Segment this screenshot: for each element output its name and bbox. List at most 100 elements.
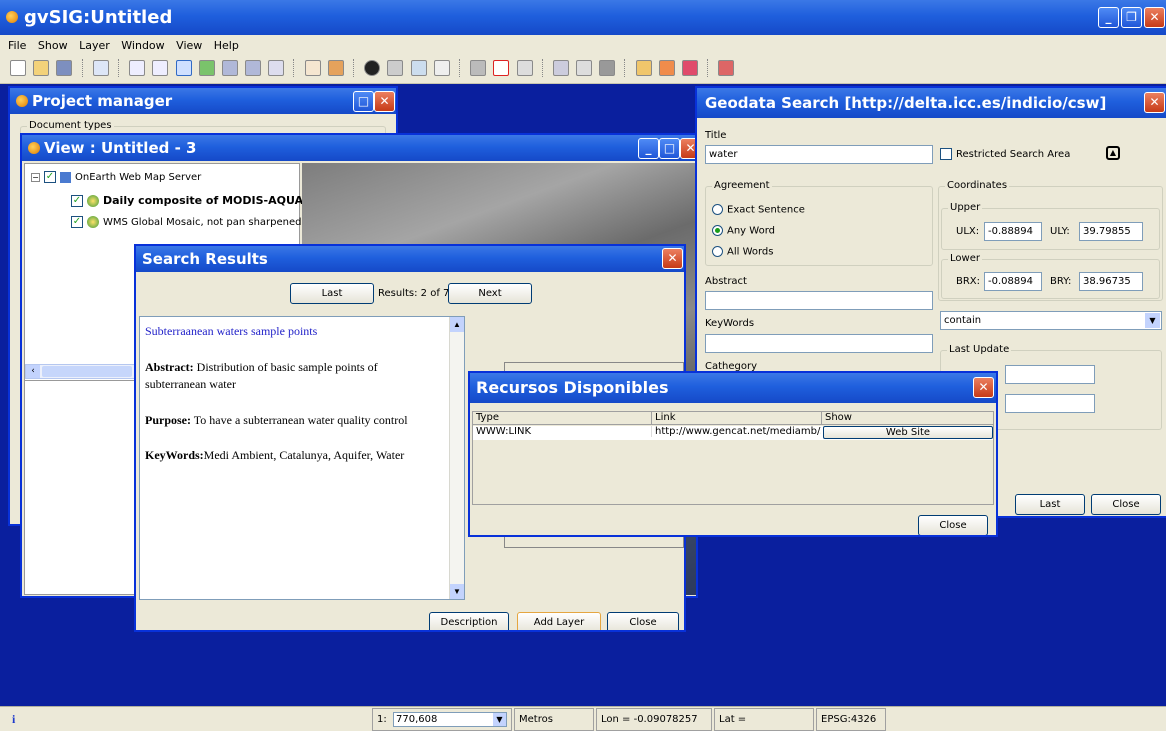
minimize-icon[interactable]: _	[1098, 7, 1119, 28]
open-icon[interactable]	[33, 60, 50, 76]
last-button[interactable]: Last	[290, 283, 374, 304]
toolbar-separator	[707, 59, 709, 77]
close-icon[interactable]: ✕	[1144, 92, 1165, 113]
measure-icon[interactable]	[387, 60, 404, 76]
close-icon[interactable]: ✕	[973, 377, 994, 398]
locator-icon[interactable]	[327, 60, 344, 76]
scroll-down-icon[interactable]: ▼	[450, 584, 464, 599]
maximize-icon[interactable]: □	[659, 138, 680, 159]
bry-input[interactable]: 38.96735	[1079, 272, 1143, 291]
table-icon[interactable]	[552, 60, 569, 76]
info-icon[interactable]	[364, 60, 381, 76]
save-icon[interactable]	[56, 60, 73, 76]
eraser-icon[interactable]	[682, 60, 698, 76]
web-site-button[interactable]: Web Site	[823, 426, 993, 439]
full-extent-icon[interactable]	[198, 60, 215, 76]
layer-checkbox[interactable]: ✓	[44, 171, 56, 183]
close-button[interactable]: Close	[918, 515, 988, 535]
restricted-search-checkbox[interactable]: Restricted Search Area	[940, 148, 1070, 160]
uly-input[interactable]: 39.79855	[1079, 222, 1143, 241]
abstract-input[interactable]	[705, 291, 933, 310]
close-button[interactable]: Close	[1091, 494, 1161, 515]
close-icon[interactable]: ✕	[1144, 7, 1165, 28]
layer-label: OnEarth Web Map Server	[75, 172, 202, 183]
new-icon[interactable]	[10, 60, 26, 76]
layer-checkbox[interactable]: ✓	[71, 195, 83, 207]
chevron-down-icon[interactable]: ▼	[493, 713, 506, 726]
image-icon[interactable]	[516, 60, 533, 76]
add-layer-button[interactable]: Add Layer	[517, 612, 601, 630]
date-to-input[interactable]	[1005, 394, 1095, 413]
collapse-arrow-icon[interactable]: ▲	[1106, 146, 1120, 160]
option-exact-sentence[interactable]: Exact Sentence	[712, 204, 805, 216]
view-title-bar: View : Untitled - 3 _ □ ✕	[22, 135, 696, 161]
select-icon[interactable]	[433, 60, 450, 76]
next-button[interactable]: Next	[448, 283, 532, 304]
layout-icon[interactable]	[576, 60, 593, 76]
date-from-input[interactable]	[1005, 365, 1095, 384]
last-button[interactable]: Last	[1015, 494, 1085, 515]
keywords-input[interactable]	[705, 334, 933, 353]
menu-window[interactable]: Window	[121, 39, 164, 52]
radio-button[interactable]	[712, 225, 723, 236]
detail-scrollbar[interactable]: ▲ ▼	[449, 317, 464, 599]
zoom-out-icon[interactable]	[152, 60, 169, 76]
close-button[interactable]: Close	[607, 612, 679, 630]
option-label: All Words	[727, 246, 774, 258]
scroll-thumb[interactable]	[42, 366, 132, 377]
layer-checkbox[interactable]: ✓	[71, 216, 83, 228]
maximize-icon[interactable]: □	[353, 91, 374, 112]
brx-input[interactable]: -0.08894	[984, 272, 1042, 291]
pan-icon[interactable]	[304, 60, 321, 76]
description-button[interactable]: Description	[429, 612, 509, 630]
area-icon[interactable]	[410, 60, 427, 76]
restore-icon[interactable]: ❐	[1121, 7, 1142, 28]
minimize-icon[interactable]: _	[638, 138, 659, 159]
option-any-word[interactable]: Any Word	[712, 225, 775, 237]
rectangle-select-icon[interactable]	[493, 60, 510, 76]
radio-button[interactable]	[712, 204, 723, 215]
toolbar-separator	[624, 59, 626, 77]
collapse-icon[interactable]: −	[31, 173, 40, 182]
contain-select[interactable]: contain ▼	[940, 311, 1162, 330]
close-icon[interactable]: ✕	[374, 91, 395, 112]
chevron-down-icon[interactable]: ▼	[1145, 313, 1160, 328]
toc-layer-root[interactable]: − ✓ OnEarth Web Map Server	[31, 171, 201, 183]
table-row[interactable]: WWW:LINK http://www.gencat.net/mediamb/s…	[473, 426, 993, 440]
menu-help[interactable]: Help	[214, 39, 239, 52]
toc-horizontal-scrollbar[interactable]: ‹	[25, 364, 140, 379]
add-wfs-icon[interactable]	[658, 60, 675, 76]
zoom-in-icon[interactable]	[129, 60, 146, 76]
radio-button[interactable]	[712, 246, 723, 257]
ulx-input[interactable]: -0.88894	[984, 222, 1042, 241]
record-title[interactable]: Subterraanean waters sample points	[145, 323, 317, 340]
menu-bar: File Show Layer Window View Help	[0, 35, 1166, 56]
close-icon[interactable]: ✕	[680, 138, 696, 159]
menu-file[interactable]: File	[8, 39, 26, 52]
scale-select[interactable]: 770,608 ▼	[393, 712, 507, 727]
row-link[interactable]: http://www.gencat.net/mediamb/sig/...	[651, 426, 821, 437]
title-input[interactable]: water	[705, 145, 933, 164]
scroll-left-icon[interactable]: ‹	[26, 365, 40, 378]
column-link[interactable]: Link	[651, 412, 675, 425]
toc-layer-item[interactable]: ✓ Daily composite of MODIS-AQUA 721	[71, 194, 330, 207]
toc-layer-item[interactable]: ✓ WMS Global Mosaic, not pan sharpened	[71, 216, 302, 228]
checkbox-box[interactable]	[940, 148, 952, 160]
close-icon[interactable]: ✕	[662, 248, 683, 269]
scroll-up-icon[interactable]: ▲	[450, 317, 464, 332]
add-wms-icon[interactable]	[635, 60, 652, 76]
layer-icon[interactable]	[92, 60, 109, 76]
export-icon[interactable]	[718, 60, 735, 76]
column-show[interactable]: Show	[821, 412, 852, 425]
menu-layer[interactable]: Layer	[79, 39, 110, 52]
zoom-window-icon[interactable]	[175, 60, 192, 76]
zoom-select-icon[interactable]	[221, 60, 238, 76]
menu-view[interactable]: View	[176, 39, 202, 52]
grid-icon[interactable]	[470, 60, 487, 76]
option-all-words[interactable]: All Words	[712, 246, 774, 258]
back-icon[interactable]	[268, 60, 285, 76]
column-type[interactable]: Type	[476, 412, 499, 423]
zoom-previous-icon[interactable]	[245, 60, 262, 76]
tools-icon[interactable]	[599, 60, 616, 76]
menu-show[interactable]: Show	[38, 39, 68, 52]
